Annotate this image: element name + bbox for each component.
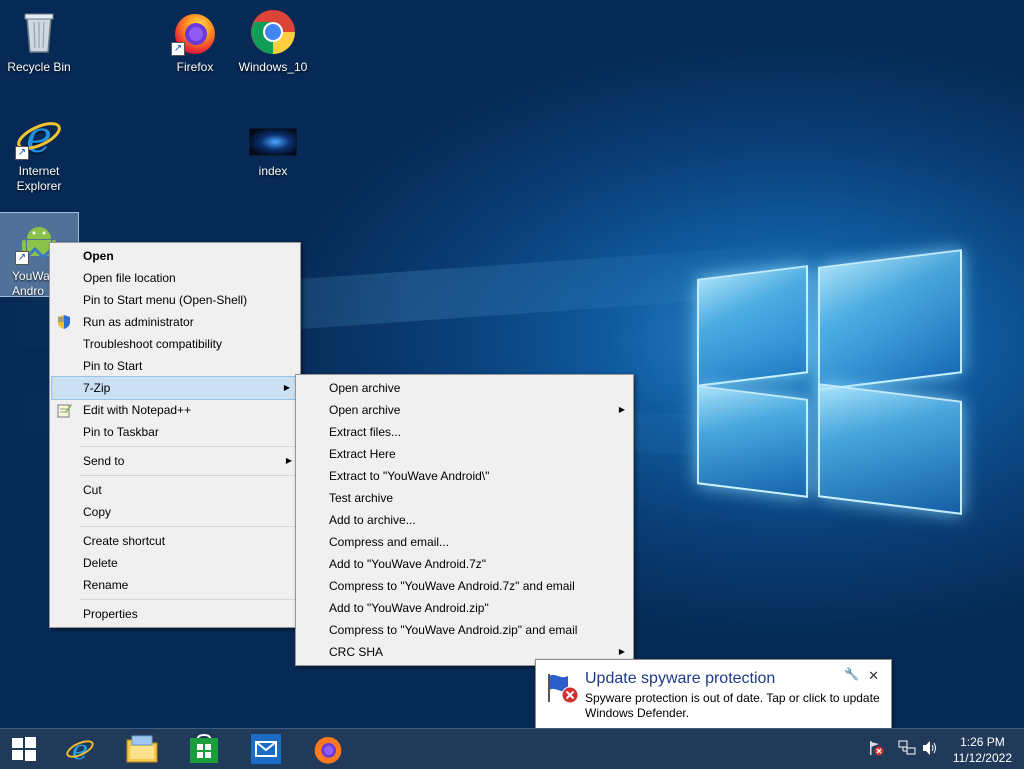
taskbar: e 1:26 PM 11/12/2022 [0,728,1024,769]
uac-shield-icon [56,314,72,330]
menu-item-extract-files[interactable]: Extract files... [296,421,633,443]
submenu-7-zip: Open archive Open archive ▶ Extract file… [295,374,634,666]
menu-separator [80,475,298,476]
icon-label: Recycle Bin [7,60,71,74]
notification-balloon[interactable]: Update spyware protection Spyware protec… [535,659,892,728]
menu-item-rename[interactable]: Rename [50,574,300,596]
icon-label: YouWa Andro [12,269,50,298]
wallpaper-logo-pane [818,383,962,515]
menu-item-open-archive-submenu[interactable]: Open archive ▶ [296,399,633,421]
menu-item-label: Edit with Notepad++ [83,403,192,417]
menu-item-7-zip[interactable]: 7-Zip ▶ [51,376,299,400]
menu-item-label: Open archive [329,403,401,417]
menu-item-extract-to-folder[interactable]: Extract to "YouWave Android\" [296,465,633,487]
taskbar-firefox[interactable] [304,732,352,766]
menu-item-pin-to-start[interactable]: Pin to Start [50,355,300,377]
menu-item-open[interactable]: Open [50,245,300,267]
shortcut-arrow-icon: ↗ [15,146,29,160]
svg-text:e: e [72,734,88,764]
icon-label: Firefox [176,60,214,74]
taskbar-file-explorer[interactable] [118,732,166,766]
menu-item-add-to-zip[interactable]: Add to "YouWave Android.zip" [296,597,633,619]
icon-label: index [258,164,288,178]
clock-date: 11/12/2022 [952,751,1012,765]
internet-explorer-icon: e [66,734,94,764]
menu-item-delete[interactable]: Delete [50,552,300,574]
menu-item-send-to[interactable]: Send to ▶ [50,450,300,472]
menu-item-extract-here[interactable]: Extract Here [296,443,633,465]
menu-item-open-archive[interactable]: Open archive [296,377,633,399]
chrome-icon [249,8,297,56]
menu-separator [80,599,298,600]
firefox-icon [314,737,342,764]
close-icon[interactable]: ✕ [868,668,879,684]
shortcut-arrow-icon: ↗ [15,251,29,265]
wallpaper-logo-pane [697,385,808,498]
submenu-arrow-icon: ▶ [618,405,625,414]
menu-item-add-to-7z[interactable]: Add to "YouWave Android.7z" [296,553,633,575]
desktop-icon-internet-explorer[interactable]: e ↗ Internet Explorer [0,108,78,194]
menu-separator [80,526,298,527]
taskbar-store[interactable] [180,732,228,766]
shortcut-arrow-icon: ↗ [171,42,185,56]
menu-item-edit-with-notepad-plus-plus[interactable]: Edit with Notepad++ [50,399,300,421]
menu-item-label: Send to [83,454,125,468]
submenu-arrow-icon: ▶ [285,456,292,465]
menu-item-label: CRC SHA [329,645,384,659]
desktop-icon-firefox[interactable]: ↗ Firefox [156,4,234,75]
menu-item-create-shortcut[interactable]: Create shortcut [50,530,300,552]
menu-item-add-to-archive[interactable]: Add to archive... [296,509,633,531]
defender-warning-tray-icon[interactable] [868,740,884,759]
menu-item-pin-to-taskbar[interactable]: Pin to Taskbar [50,421,300,443]
menu-item-compress-to-7z-and-email[interactable]: Compress to "YouWave Android.7z" and ema… [296,575,633,597]
firefox-icon: ↗ [171,8,219,56]
taskbar-internet-explorer[interactable]: e [56,732,104,766]
flag-error-icon [870,741,884,756]
menu-item-properties[interactable]: Properties [50,603,300,625]
notification-title: Update spyware protection [585,670,776,687]
clock-time: 1:26 PM [960,735,1005,749]
menu-item-compress-and-email[interactable]: Compress and email... [296,531,633,553]
menu-item-cut[interactable]: Cut [50,479,300,501]
image-thumbnail-icon [249,128,297,158]
desktop-icon-recycle-bin[interactable]: Recycle Bin [0,4,78,75]
taskbar-mail[interactable] [242,732,290,766]
taskbar-clock[interactable]: 1:26 PM 11/12/2022 [953,734,1012,766]
start-button[interactable] [0,732,48,766]
submenu-arrow-icon: ▶ [283,383,290,392]
windows-defender-flag-icon [546,670,580,704]
network-tray-icon[interactable] [898,740,916,759]
volume-tray-icon[interactable] [921,740,939,759]
internet-explorer-icon: e ↗ [15,112,63,163]
menu-item-run-as-administrator[interactable]: Run as administrator [50,311,300,333]
context-menu: Open Open file location Pin to Start men… [49,242,301,628]
windows-logo-icon [12,737,36,761]
recycle-bin-icon [15,8,63,56]
store-icon [190,734,218,763]
menu-item-copy[interactable]: Copy [50,501,300,523]
menu-item-pin-to-start-menu-open-shell[interactable]: Pin to Start menu (Open-Shell) [50,289,300,311]
desktop[interactable]: Recycle Bin ↗ Firefox Windows_10 e ↗ Int… [0,0,1024,728]
menu-item-label: Run as administrator [83,315,194,329]
options-wrench-icon[interactable]: 🔧 [844,667,859,681]
speaker-icon [923,741,936,755]
folder-icon [126,735,158,763]
notepad-plus-plus-icon [56,402,72,418]
menu-item-open-file-location[interactable]: Open file location [50,267,300,289]
menu-item-compress-to-zip-and-email[interactable]: Compress to "YouWave Android.zip" and em… [296,619,633,641]
mail-icon [251,734,281,764]
menu-item-test-archive[interactable]: Test archive [296,487,633,509]
svg-text:e: e [26,112,52,160]
wallpaper-logo-pane [697,265,808,387]
wallpaper-logo-pane [818,249,962,391]
desktop-icon-index[interactable]: index [234,122,312,179]
menu-item-troubleshoot-compatibility[interactable]: Troubleshoot compatibility [50,333,300,355]
network-icon [898,740,916,755]
icon-label: Internet Explorer [16,164,62,193]
icon-label: Windows_10 [238,60,308,74]
menu-separator [80,446,298,447]
menu-item-label: 7-Zip [83,381,111,395]
desktop-icon-windows-10[interactable]: Windows_10 [234,4,312,75]
notification-body: Spyware protection is out of date. Tap o… [585,691,880,720]
